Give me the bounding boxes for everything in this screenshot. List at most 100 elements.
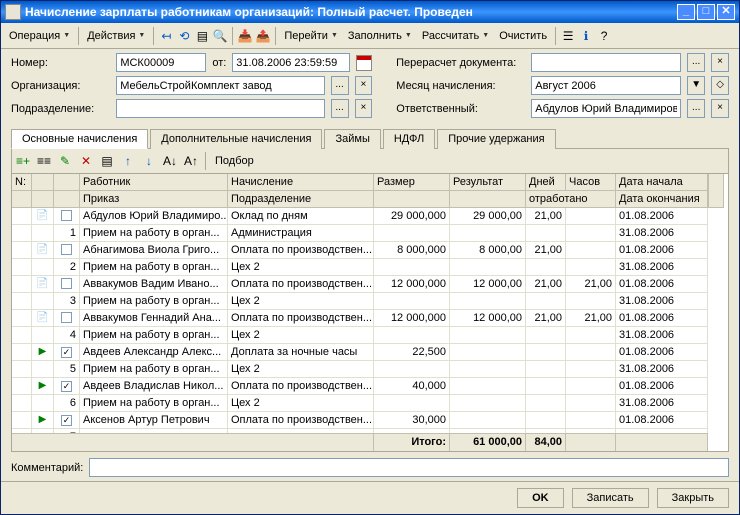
date-field[interactable] <box>232 53 350 72</box>
cell-order[interactable]: Прием на работу в орган... <box>80 225 228 242</box>
tab-loans[interactable]: Займы <box>324 129 380 149</box>
cell-days[interactable]: 21,00 <box>526 276 566 293</box>
tips-icon[interactable]: ℹ <box>578 28 594 44</box>
cell-worker[interactable]: Авдеев Владислав Никол... <box>80 378 228 395</box>
row-checkbox[interactable] <box>61 381 72 392</box>
tab-ndfl[interactable]: НДФЛ <box>383 129 435 149</box>
cell-result[interactable] <box>450 378 526 395</box>
cell-order[interactable]: Прием на работу в орган... <box>80 259 228 276</box>
cell-subdiv[interactable]: Цех 2 <box>228 259 374 276</box>
cell-result[interactable] <box>450 412 526 429</box>
cell-hours[interactable] <box>566 242 616 259</box>
tab-other-deductions[interactable]: Прочие удержания <box>437 129 555 149</box>
col-size[interactable]: Размер <box>374 174 450 191</box>
cell-days[interactable]: 21,00 <box>526 208 566 225</box>
menu-clear[interactable]: Очистить <box>495 28 551 44</box>
cell-date-to[interactable]: 31.08.2006 <box>616 259 708 276</box>
cell-days[interactable] <box>526 344 566 361</box>
cell-size[interactable]: 12 000,000 <box>374 276 450 293</box>
comment-field[interactable] <box>89 458 729 477</box>
table-row[interactable]: 3Прием на работу в орган...Цех 231.08.20… <box>12 293 728 310</box>
calendar-icon[interactable] <box>356 55 372 71</box>
end-edit-icon[interactable]: ▤ <box>98 152 116 170</box>
cell-accrual[interactable]: Оплата по производствен... <box>228 412 374 429</box>
table-row[interactable]: ▶Авдеев Александр Алекс...Доплата за ноч… <box>12 344 728 361</box>
table-row[interactable]: 6Прием на работу в орган...Цех 231.08.20… <box>12 395 728 412</box>
cell-size[interactable]: 22,500 <box>374 344 450 361</box>
cell-size[interactable]: 40,000 <box>374 378 450 395</box>
cell-order[interactable]: Прием на работу в орган... <box>80 395 228 412</box>
table-row[interactable]: 2Прием на работу в орган...Цех 231.08.20… <box>12 259 728 276</box>
row-checkbox[interactable] <box>61 278 72 289</box>
save-button[interactable]: Записать <box>572 488 649 508</box>
cell-days[interactable]: 21,00 <box>526 242 566 259</box>
cell-subdiv[interactable]: Цех 2 <box>228 293 374 310</box>
row-checkbox[interactable] <box>61 244 72 255</box>
table-row[interactable]: 📄Абнагимова Виола Григо...Оплата по прои… <box>12 242 728 259</box>
cell-date-to[interactable]: 31.08.2006 <box>616 225 708 242</box>
cell-result[interactable]: 12 000,00 <box>450 276 526 293</box>
menu-actions[interactable]: Действия▼ <box>83 28 149 44</box>
col-subdiv[interactable]: Подразделение <box>228 191 374 208</box>
col-hours[interactable]: Часов <box>566 174 616 191</box>
cell-hours[interactable] <box>566 344 616 361</box>
cell-date-from[interactable]: 01.08.2006 <box>616 276 708 293</box>
col-date-from[interactable]: Дата начала <box>616 174 708 191</box>
cell-subdiv[interactable]: Администрация <box>228 225 374 242</box>
cell-result[interactable]: 12 000,00 <box>450 310 526 327</box>
table-row[interactable]: 1Прием на работу в орган...Администрация… <box>12 225 728 242</box>
refresh-icon[interactable]: ⟲ <box>176 28 192 44</box>
cell-subdiv[interactable]: Цех 2 <box>228 395 374 412</box>
table-row[interactable]: ▶Аксенов Артур ПетровичОплата по произво… <box>12 412 728 429</box>
add-row-icon[interactable]: ≡+ <box>14 152 32 170</box>
cell-result[interactable]: 29 000,00 <box>450 208 526 225</box>
cell-accrual[interactable]: Оплата по производствен... <box>228 310 374 327</box>
cell-date-to[interactable]: 31.08.2006 <box>616 361 708 378</box>
minimize-button[interactable]: _ <box>677 4 695 20</box>
back-icon[interactable]: ↤ <box>158 28 174 44</box>
select-button[interactable]: Подбор <box>211 153 258 169</box>
menu-goto[interactable]: Перейти▼ <box>280 28 342 44</box>
cell-accrual[interactable]: Оплата по производствен... <box>228 276 374 293</box>
responsible-choose-button[interactable]: ... <box>687 99 705 118</box>
col-check[interactable] <box>54 174 80 191</box>
cell-date-to[interactable]: 31.08.2006 <box>616 395 708 412</box>
col-days[interactable]: Дней <box>526 174 566 191</box>
month-field[interactable] <box>531 76 681 95</box>
cell-hours[interactable]: 21,00 <box>566 276 616 293</box>
cell-days[interactable] <box>526 378 566 395</box>
recalc-field[interactable] <box>531 53 681 72</box>
cell-hours[interactable] <box>566 208 616 225</box>
row-checkbox[interactable] <box>61 210 72 221</box>
cell-date-from[interactable]: 01.08.2006 <box>616 310 708 327</box>
cell-hours[interactable] <box>566 412 616 429</box>
cell-size[interactable]: 8 000,000 <box>374 242 450 259</box>
subdiv-field[interactable] <box>116 99 324 118</box>
unpost-icon[interactable]: 📤 <box>255 28 271 44</box>
move-up-icon[interactable]: ↑ <box>119 152 137 170</box>
recalc-choose-button[interactable]: ... <box>687 53 705 72</box>
cell-date-from[interactable]: 01.08.2006 <box>616 242 708 259</box>
cell-subdiv[interactable]: Цех 2 <box>228 327 374 344</box>
org-field[interactable] <box>116 76 324 95</box>
cell-days[interactable]: 21,00 <box>526 310 566 327</box>
delete-row-icon[interactable]: ✕ <box>77 152 95 170</box>
cell-worker[interactable]: Аввакумов Вадим Ивано... <box>80 276 228 293</box>
cell-size[interactable]: 12 000,000 <box>374 310 450 327</box>
tab-additional-accruals[interactable]: Дополнительные начисления <box>150 129 322 149</box>
close-button[interactable]: ✕ <box>717 4 735 20</box>
cell-date-to[interactable]: 31.08.2006 <box>616 327 708 344</box>
table-row[interactable]: 📄Аввакумов Геннадий Ана...Оплата по прои… <box>12 310 728 327</box>
cell-accrual[interactable]: Доплата за ночные часы <box>228 344 374 361</box>
cell-order[interactable]: Прием на работу в орган... <box>80 327 228 344</box>
responsible-clear-button[interactable]: × <box>711 99 729 118</box>
col-worker[interactable]: Работник <box>80 174 228 191</box>
cell-worker[interactable]: Абнагимова Виола Григо... <box>80 242 228 259</box>
row-checkbox[interactable] <box>61 347 72 358</box>
responsible-field[interactable] <box>531 99 681 118</box>
cell-accrual[interactable]: Оклад по дням <box>228 208 374 225</box>
cell-accrual[interactable]: Оплата по производствен... <box>228 378 374 395</box>
help-icon[interactable]: ? <box>596 28 612 44</box>
table-row[interactable]: 4Прием на работу в орган...Цех 231.08.20… <box>12 327 728 344</box>
col-order[interactable]: Приказ <box>80 191 228 208</box>
